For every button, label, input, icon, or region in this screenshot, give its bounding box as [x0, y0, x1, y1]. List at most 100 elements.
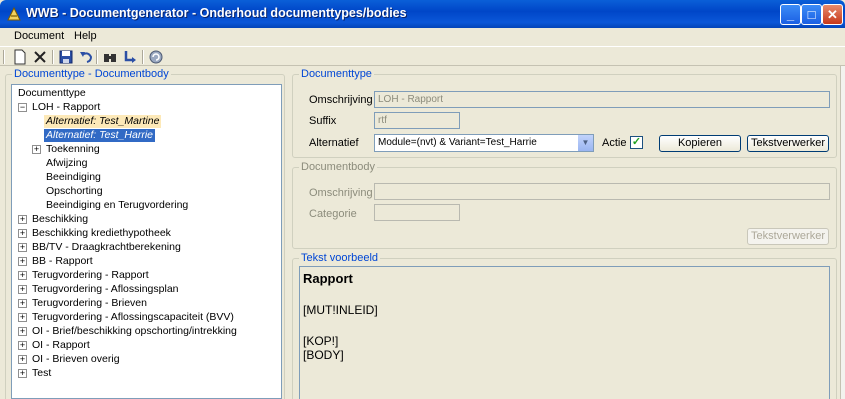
expand-icon[interactable]: +	[32, 145, 41, 154]
documenttype-group-title: Documenttype	[299, 68, 374, 80]
tree-item-label: OI - Brieven overig	[32, 353, 120, 365]
tree-item-label: Terugvordering - Aflossingsplan	[32, 283, 179, 295]
tree-item-label: Beeindiging en Terugvordering	[46, 199, 189, 211]
tree-group-title: Documenttype - Documentbody	[12, 68, 171, 80]
expand-icon[interactable]: +	[18, 215, 27, 224]
save-icon[interactable]	[58, 49, 74, 65]
tree-item-label: Toekenning	[46, 143, 100, 155]
preview-line: [KOP!]	[303, 334, 339, 348]
preview-text-area[interactable]: Rapport [MUT!INLEID] [KOP!] [BODY]	[299, 266, 830, 399]
find-icon[interactable]	[102, 49, 118, 65]
tree-item-label: Beschikking	[32, 213, 89, 225]
tree-item-label: Alternatief: Test_Harrie	[46, 129, 153, 141]
tree-item-terugvordering-aflossingscapaciteit[interactable]: Terugvordering - Aflossingscapaciteit (B…	[32, 311, 234, 324]
tree-item-label: Terugvordering - Aflossingscapaciteit (B…	[32, 311, 234, 323]
body-omschrijving-field[interactable]	[374, 183, 830, 200]
app-icon	[7, 6, 21, 21]
expand-icon[interactable]: +	[18, 355, 27, 364]
collapse-icon[interactable]: −	[18, 103, 27, 112]
expand-icon[interactable]: +	[18, 229, 27, 238]
categorie-field[interactable]	[374, 204, 460, 221]
tree-item-toekenning[interactable]: Toekenning	[46, 143, 100, 156]
actie-checkbox[interactable]: ✓	[630, 136, 643, 149]
chevron-down-icon[interactable]: ▼	[577, 135, 593, 151]
undo-icon[interactable]	[78, 49, 94, 65]
expand-icon[interactable]: +	[18, 327, 27, 336]
window-title: WWB - Documentgenerator - Onderhoud docu…	[26, 6, 407, 20]
expand-icon[interactable]: +	[18, 369, 27, 378]
maximize-button[interactable]: □	[801, 4, 822, 25]
expand-icon[interactable]: +	[18, 257, 27, 266]
tree-item-beschikking-krediethypotheek[interactable]: Beschikking krediethypotheek	[32, 227, 171, 240]
tree-item-label: Afwijzing	[46, 157, 88, 169]
close-icon: ✕	[827, 7, 838, 22]
tree-root[interactable]: Documenttype	[18, 87, 86, 100]
tree-item-beeindiging[interactable]: Beeindiging	[46, 171, 101, 184]
tree-item-alternatief-martine[interactable]: Alternatief: Test_Martine	[44, 115, 162, 128]
refresh-icon[interactable]	[148, 49, 164, 65]
title-bar: WWB - Documentgenerator - Onderhoud docu…	[0, 0, 845, 28]
tree-item-opschorting[interactable]: Opschorting	[46, 185, 103, 198]
tree-item-afwijzing[interactable]: Afwijzing	[46, 157, 87, 170]
body-omschrijving-label: Omschrijving	[309, 187, 373, 199]
actie-label: Actie	[602, 137, 627, 149]
expand-icon[interactable]: +	[18, 341, 27, 350]
tree-item-label: Terugvordering - Brieven	[32, 297, 147, 309]
toolbar	[0, 46, 845, 66]
tree-item-bbtv-draagkracht[interactable]: BB/TV - Draagkrachtberekening	[32, 241, 181, 254]
tree-item-label: BB/TV - Draagkrachtberekening	[32, 241, 181, 253]
tree-item-alternatief-harrie[interactable]: Alternatief: Test_Harrie	[44, 129, 155, 142]
minimize-icon: _	[786, 7, 795, 22]
kopieren-button[interactable]: Kopieren	[659, 135, 741, 152]
toolbar-separator	[142, 50, 144, 64]
tree-item-terugvordering-brieven[interactable]: Terugvordering - Brieven	[32, 297, 147, 310]
alternatief-label: Alternatief	[309, 137, 359, 149]
preview-line: [MUT!INLEID]	[303, 303, 378, 317]
tree-item-label: LOH - Rapport	[32, 101, 101, 113]
categorie-label: Categorie	[309, 208, 357, 220]
tree-item-label: Beschikking krediethypotheek	[32, 227, 171, 239]
menu-document[interactable]: Document	[14, 30, 64, 42]
body-tekstverwerker-button[interactable]: Tekstverwerker	[747, 228, 829, 245]
menu-bar: Document Help	[0, 28, 845, 46]
tree-item-loh-rapport[interactable]: LOH - Rapport	[32, 101, 100, 114]
tree-item-label: Terugvordering - Rapport	[32, 269, 149, 281]
new-document-icon[interactable]	[12, 49, 28, 65]
close-button[interactable]: ✕	[822, 4, 843, 25]
tree-item-terugvordering-rapport[interactable]: Terugvordering - Rapport	[32, 269, 149, 282]
tree-item-oi-rapport[interactable]: OI - Rapport	[32, 339, 90, 352]
tree-item-label: Beeindiging	[46, 171, 101, 183]
expand-icon[interactable]: +	[18, 313, 27, 322]
expand-icon[interactable]: +	[18, 243, 27, 252]
preview-heading: Rapport	[303, 271, 353, 286]
tree-item-test[interactable]: Test	[32, 367, 51, 380]
tree-item-terugvordering-aflossingsplan[interactable]: Terugvordering - Aflossingsplan	[32, 283, 179, 296]
suffix-field[interactable]: rtf	[374, 112, 460, 129]
tree-item-label: BB - Rapport	[32, 255, 93, 267]
tree-item-beeindiging-terugvordering[interactable]: Beeindiging en Terugvordering	[46, 199, 188, 212]
tree-item-label: Alternatief: Test_Martine	[46, 115, 160, 127]
preview-group-title: Tekst voorbeeld	[299, 252, 381, 264]
tree-item-oi-brieven-overig[interactable]: OI - Brieven overig	[32, 353, 120, 366]
tree-item-beschikking[interactable]: Beschikking	[32, 213, 88, 226]
expand-icon[interactable]: +	[18, 285, 27, 294]
expand-icon[interactable]: +	[18, 271, 27, 280]
tree-item-oi-brief[interactable]: OI - Brief/beschikking opschorting/intre…	[32, 325, 237, 338]
menu-help[interactable]: Help	[74, 30, 97, 42]
delete-icon[interactable]	[32, 49, 48, 65]
preview-line: [BODY]	[303, 348, 344, 362]
tree-item-bb-rapport[interactable]: BB - Rapport	[32, 255, 93, 268]
expand-icon[interactable]: +	[18, 299, 27, 308]
window-border	[840, 66, 845, 399]
suffix-label: Suffix	[309, 115, 337, 127]
omschrijving-field[interactable]: LOH - Rapport	[374, 91, 830, 108]
tree-item-label: Opschorting	[46, 185, 103, 197]
tekstverwerker-button[interactable]: Tekstverwerker	[747, 135, 829, 152]
document-tree[interactable]: Documenttype − LOH - Rapport Alternatief…	[11, 84, 282, 399]
alternatief-value: Module=(nvt) & Variant=Test_Harrie	[378, 137, 537, 148]
goto-icon[interactable]	[122, 49, 138, 65]
toolbar-separator	[52, 50, 54, 64]
minimize-button[interactable]: _	[780, 4, 801, 25]
alternatief-select[interactable]: Module=(nvt) & Variant=Test_Harrie ▼	[374, 134, 594, 152]
maximize-icon: □	[807, 7, 816, 22]
